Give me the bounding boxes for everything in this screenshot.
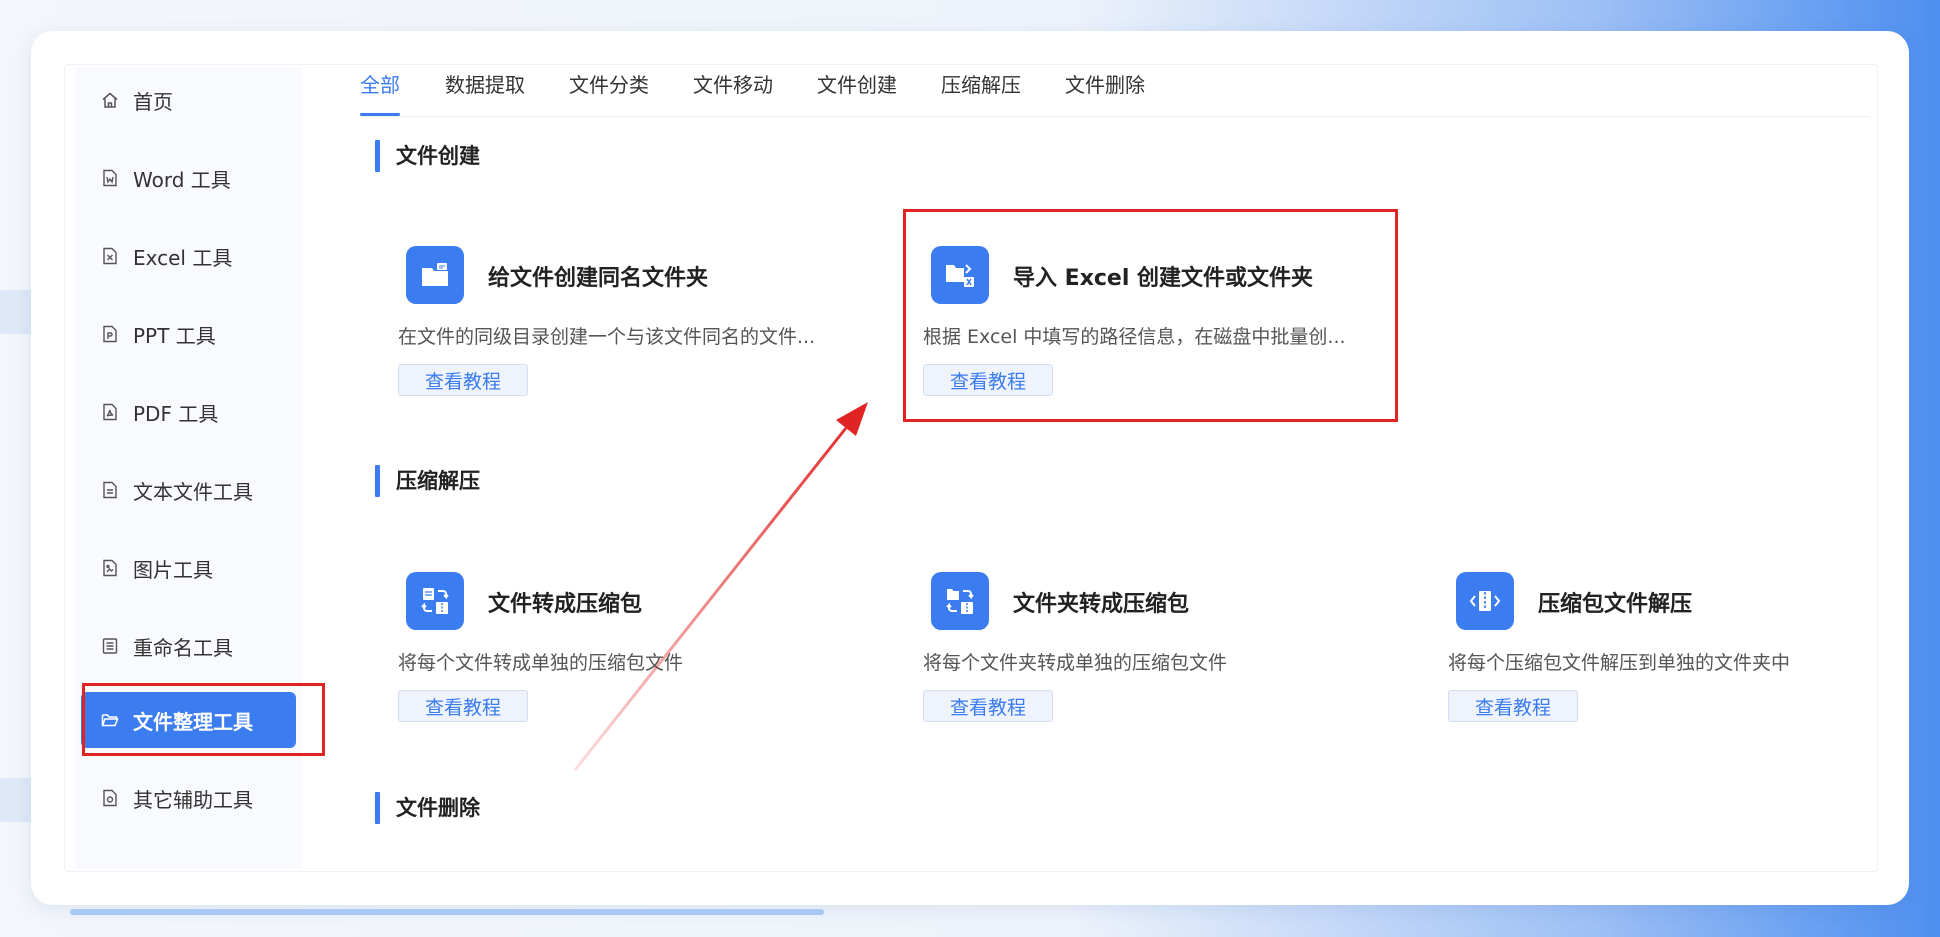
sidebar-item-text[interactable]: 文本文件工具 [81, 462, 296, 518]
tool-card[interactable]: 文件转成压缩包 将每个文件转成单独的压缩包文件 查看教程 [398, 572, 858, 742]
content-panel [64, 64, 1878, 872]
card-title: 压缩包文件解压 [1538, 592, 1693, 617]
sidebar-item-label: 其它辅助工具 [133, 787, 253, 812]
sidebar-item-label: 重命名工具 [133, 635, 233, 660]
rename-list-icon [101, 637, 119, 655]
sidebar-item-label: 图片工具 [133, 557, 213, 582]
highlight-box [82, 683, 325, 756]
card-description: 将每个压缩包文件解压到单独的文件夹中 [1448, 652, 1791, 674]
folder-to-zip-icon [931, 572, 989, 630]
excel-file-icon [101, 247, 119, 265]
folder-create-icon [406, 246, 464, 304]
tool-card[interactable]: 压缩包文件解压 将每个压缩包文件解压到单独的文件夹中 查看教程 [1448, 572, 1908, 742]
tab-file-delete[interactable]: 文件删除 [1065, 70, 1145, 116]
sidebar-item-label: 文本文件工具 [133, 479, 253, 504]
unzip-icon [1456, 572, 1514, 630]
horizontal-scrollbar[interactable] [70, 909, 824, 915]
sidebar-item-image[interactable]: 图片工具 [81, 540, 296, 596]
sidebar-item-label: Excel 工具 [133, 245, 233, 270]
card-description: 将每个文件夹转成单独的压缩包文件 [923, 652, 1228, 674]
view-tutorial-button[interactable]: 查看教程 [398, 364, 528, 396]
sidebar-item-ppt[interactable]: PPT 工具 [81, 306, 296, 362]
tab-data-extract[interactable]: 数据提取 [445, 70, 525, 116]
sidebar-item-label: PPT 工具 [133, 323, 216, 348]
home-icon [101, 91, 119, 109]
card-title: 文件夹转成压缩包 [1013, 592, 1190, 617]
sidebar-item-word[interactable]: Word 工具 [81, 150, 296, 206]
card-title: 文件转成压缩包 [488, 592, 643, 617]
section-title: 文件删除 [375, 792, 480, 824]
tools-icon [101, 789, 119, 807]
sidebar-item-home[interactable]: 首页 [81, 72, 296, 128]
sidebar-item-rename[interactable]: 重命名工具 [81, 618, 296, 674]
tool-card[interactable]: 给文件创建同名文件夹 在文件的同级目录创建一个与该文件同名的文件... 查看教程 [398, 246, 858, 416]
card-description: 将每个文件转成单独的压缩包文件 [398, 652, 684, 674]
tab-file-create[interactable]: 文件创建 [817, 70, 897, 116]
section-title: 压缩解压 [375, 465, 480, 497]
section-title: 文件创建 [375, 140, 480, 172]
pdf-file-icon [101, 403, 119, 421]
sidebar-item-label: 首页 [133, 89, 173, 114]
sidebar-item-label: PDF 工具 [133, 401, 219, 426]
word-file-icon [101, 169, 119, 187]
sidebar-item-excel[interactable]: Excel 工具 [81, 228, 296, 284]
file-to-zip-icon [406, 572, 464, 630]
tab-file-move[interactable]: 文件移动 [693, 70, 773, 116]
card-description: 在文件的同级目录创建一个与该文件同名的文件... [398, 326, 816, 348]
tool-card[interactable]: 文件夹转成压缩包 将每个文件夹转成单独的压缩包文件 查看教程 [923, 572, 1383, 742]
sidebar-item-other-tools[interactable]: 其它辅助工具 [81, 770, 296, 826]
image-file-icon [101, 559, 119, 577]
tab-compress[interactable]: 压缩解压 [941, 70, 1021, 116]
view-tutorial-button[interactable]: 查看教程 [398, 690, 528, 722]
sidebar-item-label: Word 工具 [133, 167, 231, 192]
view-tutorial-button[interactable]: 查看教程 [1448, 690, 1578, 722]
ppt-file-icon [101, 325, 119, 343]
highlight-box [903, 209, 1398, 422]
tab-all[interactable]: 全部 [360, 70, 400, 116]
category-tabs: 全部 数据提取 文件分类 文件移动 文件创建 压缩解压 文件删除 [360, 70, 1870, 117]
view-tutorial-button[interactable]: 查看教程 [923, 690, 1053, 722]
card-title: 给文件创建同名文件夹 [488, 266, 709, 291]
text-file-icon [101, 481, 119, 499]
sidebar-item-pdf[interactable]: PDF 工具 [81, 384, 296, 440]
tab-file-classify[interactable]: 文件分类 [569, 70, 649, 116]
